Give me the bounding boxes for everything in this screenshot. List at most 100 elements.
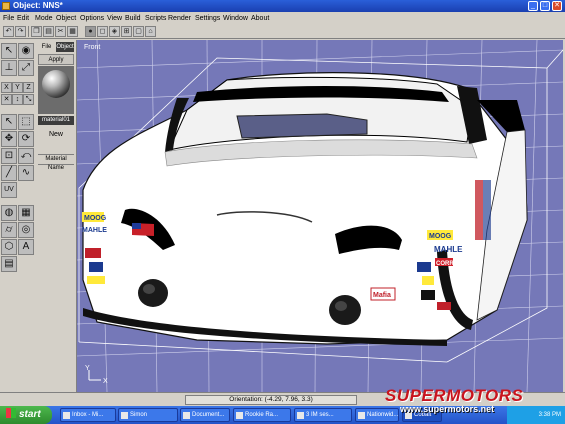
orientation-readout: Orientation: (-4.29, 7.96, 3.3) (185, 395, 357, 405)
close-button[interactable]: ✕ (552, 1, 562, 11)
object-icon[interactable]: ◈ (109, 26, 120, 37)
viewport-label: Front (84, 44, 101, 51)
app-icon (2, 2, 10, 10)
decal-mafia-text: Mafia (373, 292, 391, 299)
bend-icon[interactable]: ⤺ (18, 148, 34, 164)
lock-icon[interactable]: ⌂ (145, 26, 156, 37)
view-single-icon[interactable]: ▢ (133, 26, 144, 37)
tool-palette: ↖ ◉ ⊥ ⤢ X Y Z ✕ ↕ ⤡ ↖ ⬚ ✥ ⟳ ⊡ ⤺ ╱ ∿ UV ◍… (0, 40, 37, 392)
tab-object[interactable]: Object (56, 42, 74, 52)
undo-icon[interactable]: ↶ (3, 26, 14, 37)
pointer-icon[interactable]: ↖ (1, 114, 17, 130)
task-nationwide[interactable]: Nationwid... (355, 408, 399, 422)
axis-gizmo (88, 370, 101, 381)
menu-object[interactable]: Object (56, 14, 76, 23)
start-button[interactable]: start (0, 406, 52, 424)
decal-sponsor-f (89, 262, 103, 272)
sphere-prim-icon[interactable]: ◍ (1, 205, 17, 221)
toolbar-separator (28, 26, 29, 37)
task-label: Inbox - Mi... (72, 412, 104, 418)
copy-icon[interactable]: ❐ (31, 26, 42, 37)
x-axis-icon[interactable]: X (1, 82, 12, 93)
z-axis-icon[interactable]: Z (23, 82, 34, 93)
axis-x-label: X (103, 378, 108, 385)
menu-edit[interactable]: Edit (17, 14, 29, 23)
menu-build[interactable]: Build (125, 14, 141, 23)
messenger-icon (297, 412, 304, 419)
decal-side-stripe-2 (483, 180, 491, 240)
task-label: Rookie Ra... (245, 412, 279, 418)
race-car (82, 72, 528, 346)
path-icon[interactable]: ⤢ (18, 60, 34, 76)
decal-moog-1-text: MOOG (84, 215, 107, 222)
decal-sponsor-d (437, 302, 451, 310)
curve-icon[interactable]: ∿ (18, 165, 34, 181)
task-im-sessions[interactable]: 3 IM ses... (294, 408, 352, 422)
decal-moog-2-text: MOOG (429, 233, 452, 240)
uv-icon[interactable]: UV (1, 182, 17, 198)
grid-prim-icon[interactable]: ▦ (18, 205, 34, 221)
torus-icon[interactable]: ◎ (18, 222, 34, 238)
axis-icon[interactable]: ⊥ (1, 60, 17, 76)
system-tray: 3:38 PM (507, 406, 565, 424)
task-label: Simon (130, 412, 148, 418)
eye-icon[interactable]: ◉ (18, 43, 34, 59)
scene: MOOG MAHLE MOOG MAHLE CORR Mafia Y X (77, 40, 563, 392)
cube-icon[interactable]: ◻ (97, 26, 108, 37)
move-icon[interactable]: ✥ (1, 131, 17, 147)
box-select-icon[interactable]: ⬚ (18, 114, 34, 130)
align-x-icon[interactable]: ✕ (1, 94, 12, 105)
task-label: 3 IM ses... (306, 412, 334, 418)
align-z-icon[interactable]: ⤡ (23, 94, 34, 105)
menu-view[interactable]: View (107, 14, 122, 23)
paste-icon[interactable]: ▤ (43, 26, 54, 37)
menu-window[interactable]: Window (223, 14, 248, 23)
menu-bar: File Edit Mode Object Options View Build… (0, 12, 565, 25)
task-document[interactable]: Document... (180, 408, 230, 422)
menu-render[interactable]: Render (168, 14, 191, 23)
watermark-url: www.supermotors.net (400, 404, 495, 414)
redo-icon[interactable]: ↷ (15, 26, 26, 37)
cylinder-icon[interactable]: ⌭ (1, 222, 17, 238)
view-quad-icon[interactable]: ⊞ (121, 26, 132, 37)
decal-sponsor-b (422, 276, 434, 285)
material-name-label: Material Name (38, 154, 74, 171)
table-icon[interactable]: ▤ (1, 256, 17, 272)
scale-icon[interactable]: ⊡ (1, 148, 17, 164)
decal-mahle-2-text: MAHLE (434, 245, 463, 254)
tab-file[interactable]: File (38, 42, 55, 52)
menu-scripts[interactable]: Scripts (145, 14, 166, 23)
decal-corr-text: CORR (436, 261, 454, 267)
decal-sponsor-a (417, 262, 431, 272)
watermark-logo: SUPERMOTORS (385, 386, 524, 405)
menu-about[interactable]: About (251, 14, 269, 23)
line-icon[interactable]: ╱ (1, 165, 17, 181)
hexagon-icon[interactable]: ⬡ (1, 239, 17, 255)
task-label: Nationwid... (367, 412, 399, 418)
menu-settings[interactable]: Settings (195, 14, 220, 23)
mail-icon (63, 412, 70, 419)
task-inbox[interactable]: Inbox - Mi... (60, 408, 116, 422)
sphere-icon[interactable]: ● (85, 26, 96, 37)
task-simon[interactable]: Simon (118, 408, 178, 422)
axis-y-label: Y (85, 365, 90, 372)
decal-sponsor-c (421, 290, 435, 300)
rotate-icon[interactable]: ⟳ (18, 131, 34, 147)
apply-button[interactable]: Apply (38, 54, 74, 65)
grid-icon[interactable]: ▦ (67, 26, 78, 37)
menu-file[interactable]: File (3, 14, 14, 23)
text-icon[interactable]: A (18, 239, 34, 255)
menu-options[interactable]: Options (80, 14, 104, 23)
material-panel: File Object Apply material01 New Materia… (36, 40, 77, 392)
viewport-3d[interactable]: MOOG MAHLE MOOG MAHLE CORR Mafia Y X Fro… (77, 40, 563, 392)
task-rookie[interactable]: Rookie Ra... (233, 408, 291, 422)
clock: 3:38 PM (538, 412, 561, 418)
y-axis-icon[interactable]: Y (12, 82, 23, 93)
menu-mode[interactable]: Mode (35, 14, 53, 23)
material-sphere (42, 70, 70, 98)
minimize-button[interactable]: _ (528, 1, 538, 11)
maximize-button[interactable]: □ (540, 1, 550, 11)
select-arrow-icon[interactable]: ↖ (1, 43, 17, 59)
cut-icon[interactable]: ✂ (55, 26, 66, 37)
align-y-icon[interactable]: ↕ (12, 94, 23, 105)
